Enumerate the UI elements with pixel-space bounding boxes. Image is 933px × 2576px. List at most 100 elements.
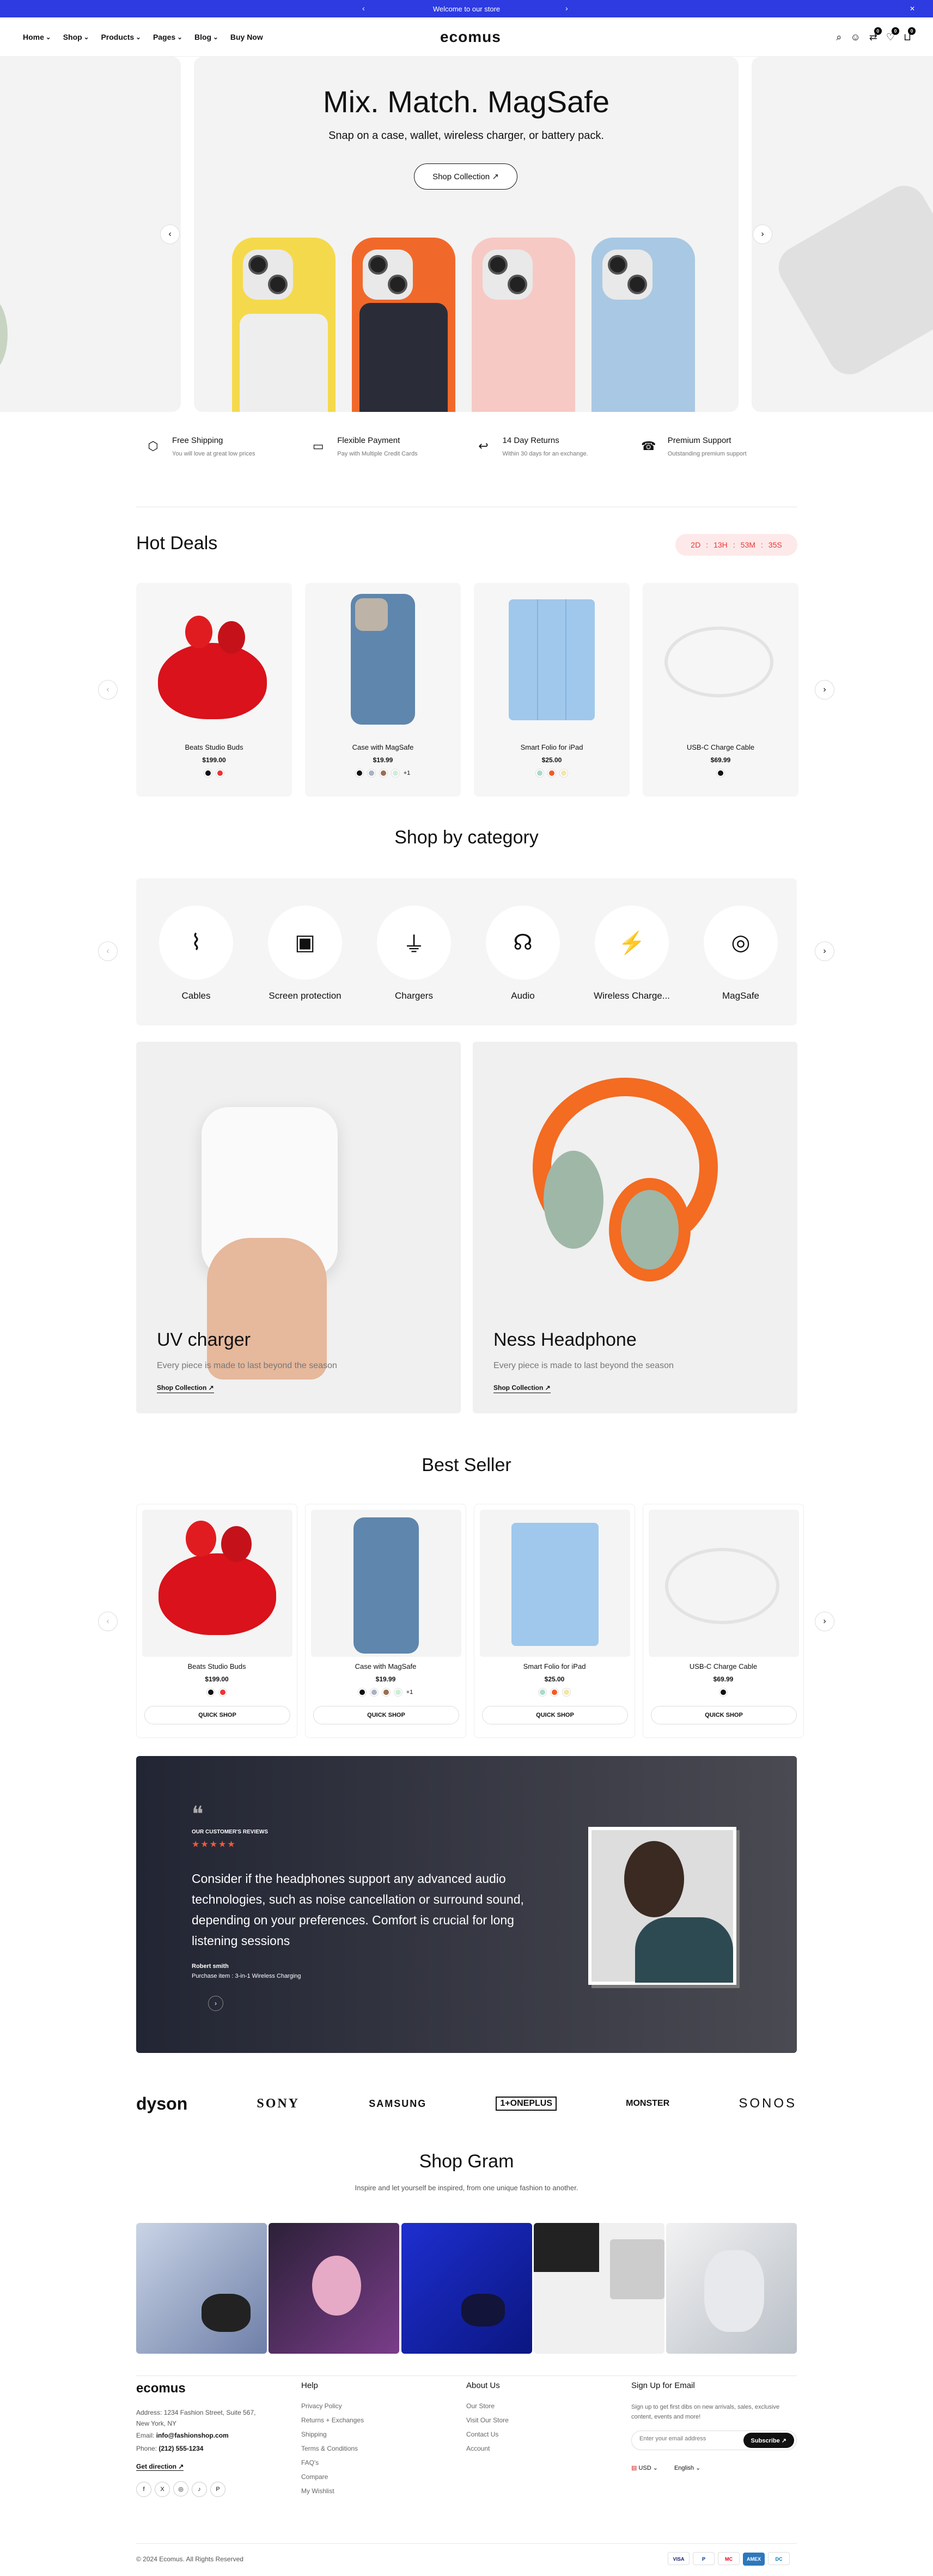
category-item[interactable]: ⏚ Chargers (376, 906, 452, 1001)
subscribe-button[interactable]: Subscribe ↗ (743, 2433, 794, 2448)
swatch[interactable] (358, 1688, 366, 1696)
swatch[interactable] (367, 769, 375, 777)
footer-link[interactable]: Contact Us (466, 2431, 509, 2438)
hot-next-arrow-icon[interactable]: › (815, 680, 834, 700)
quick-shop-button[interactable]: QUICK SHOP (144, 1706, 290, 1724)
menu-item-blog[interactable]: Blog ⌄ (194, 33, 218, 41)
close-announcement-icon[interactable]: ✕ (910, 5, 915, 13)
swatch[interactable] (548, 769, 556, 777)
swatch[interactable] (219, 1688, 227, 1696)
promo-link[interactable]: Shop Collection ↗ (157, 1384, 214, 1393)
swatch[interactable] (391, 769, 399, 777)
footer-link[interactable]: Privacy Policy (301, 2402, 364, 2410)
product-name[interactable]: Smart Folio for iPad (474, 743, 630, 751)
menu-item-products[interactable]: Products ⌄ (101, 33, 141, 41)
gram-image[interactable] (666, 2223, 797, 2354)
menu-item-home[interactable]: Home ⌄ (23, 33, 51, 41)
swatch[interactable] (719, 1688, 727, 1696)
next-announcement-button[interactable]: › (565, 4, 568, 13)
product-name[interactable]: Beats Studio Buds (136, 743, 292, 751)
footer-phone[interactable]: (212) 555-1234 (158, 2445, 203, 2452)
swatch[interactable] (379, 769, 387, 777)
facebook-icon[interactable]: f (136, 2481, 151, 2497)
bestseller-prev-arrow-icon[interactable]: ‹ (98, 1612, 118, 1631)
bestseller-next-arrow-icon[interactable]: › (815, 1612, 834, 1631)
swatch[interactable] (551, 1688, 558, 1696)
footer-link[interactable]: My Wishlist (301, 2487, 364, 2495)
more-swatches-count[interactable]: +1 (406, 1689, 413, 1696)
footer-link[interactable]: Returns + Exchanges (301, 2416, 364, 2424)
swatch[interactable] (382, 1688, 390, 1696)
footer-link[interactable]: FAQ's (301, 2459, 364, 2466)
promo-banner[interactable]: Ness Headphone Every piece is made to la… (473, 1042, 797, 1413)
footer-link[interactable]: Shipping (301, 2431, 364, 2438)
category-item[interactable]: ▣ Screen protection (267, 906, 343, 1001)
product-name[interactable]: Smart Folio for iPad (474, 1662, 635, 1670)
shop-collection-button[interactable]: Shop Collection ↗ (414, 163, 517, 190)
product-card[interactable]: Smart Folio for iPad $25.00 QUICK SHOP (474, 1504, 635, 1738)
instagram-icon[interactable]: ◎ (173, 2481, 188, 2496)
product-card[interactable]: Beats Studio Buds $199.00 QUICK SHOP (136, 1504, 297, 1738)
swatch[interactable] (539, 1688, 546, 1696)
quick-shop-button[interactable]: QUICK SHOP (313, 1706, 459, 1724)
swatch[interactable] (370, 1688, 378, 1696)
product-card[interactable]: Smart Folio for iPad $25.00 (474, 583, 630, 797)
search-icon[interactable]: ⌕ (836, 32, 841, 43)
footer-link[interactable]: Account (466, 2445, 509, 2452)
compare-icon[interactable]: ⇄ 0 (869, 27, 882, 43)
prev-announcement-button[interactable]: ‹ (362, 4, 365, 13)
footer-link[interactable]: Terms & Conditions (301, 2445, 364, 2452)
samsung-logo[interactable]: SAMSUNG (369, 2098, 426, 2110)
category-item[interactable]: ◎ MagSafe (703, 906, 779, 1001)
swatch[interactable] (207, 1688, 215, 1696)
language-select[interactable]: English ⌄ (674, 2464, 700, 2471)
footer-link[interactable]: Compare (301, 2473, 364, 2481)
category-item[interactable]: ⚡ Wireless Charge... (594, 906, 670, 1001)
swatch[interactable] (560, 769, 568, 777)
product-name[interactable]: Beats Studio Buds (137, 1662, 297, 1670)
product-card[interactable]: Case with MagSafe $19.99 +1 QUICK SHOP (305, 1504, 466, 1738)
footer-logo[interactable]: ecomus (136, 2381, 267, 2396)
product-name[interactable]: USB-C Charge Cable (643, 743, 798, 751)
oneplus-logo[interactable]: 1+ONEPLUS (496, 2097, 557, 2111)
product-name[interactable]: Case with MagSafe (306, 1662, 466, 1670)
gram-image[interactable] (269, 2223, 399, 2354)
pinterest-icon[interactable]: P (210, 2481, 225, 2497)
gram-image[interactable] (534, 2223, 664, 2354)
product-name[interactable]: USB-C Charge Cable (643, 1662, 803, 1670)
footer-link[interactable]: Visit Our Store (466, 2416, 509, 2424)
category-prev-arrow-icon[interactable]: ‹ (98, 941, 118, 961)
dyson-logo[interactable]: dyson (136, 2094, 187, 2114)
category-item[interactable]: ☊ Audio (485, 906, 561, 1001)
hero-next-arrow-icon[interactable]: › (753, 224, 772, 244)
swatch[interactable] (204, 769, 212, 777)
category-item[interactable]: ⌇ Cables (158, 906, 234, 1001)
footer-link[interactable]: Our Store (466, 2402, 509, 2410)
category-next-arrow-icon[interactable]: › (815, 941, 834, 961)
quick-shop-button[interactable]: QUICK SHOP (651, 1706, 797, 1724)
hero-slide-next[interactable] (752, 57, 933, 412)
sonos-logo[interactable]: SONOS (739, 2096, 797, 2111)
menu-item-buy-now[interactable]: Buy Now (230, 33, 263, 41)
x-icon[interactable]: X (155, 2481, 170, 2497)
swatch[interactable] (536, 769, 544, 777)
menu-item-shop[interactable]: Shop ⌄ (63, 33, 89, 41)
menu-item-pages[interactable]: Pages ⌄ (153, 33, 182, 41)
swatch[interactable] (717, 769, 724, 777)
product-card[interactable]: Case with MagSafe $19.99 +1 (305, 583, 461, 797)
quick-shop-button[interactable]: QUICK SHOP (482, 1706, 628, 1724)
swatch[interactable] (563, 1688, 570, 1696)
sony-logo[interactable]: SONY (257, 2097, 300, 2111)
gram-image[interactable] (136, 2223, 267, 2354)
product-name[interactable]: Case with MagSafe (305, 743, 461, 751)
currency-select[interactable]: ▤ USD ⌄ (631, 2464, 658, 2471)
product-card[interactable]: Beats Studio Buds $199.00 (136, 583, 292, 797)
email-input[interactable] (639, 2435, 727, 2442)
monster-logo[interactable]: MONSTER (626, 2099, 669, 2109)
product-card[interactable]: USB-C Charge Cable $69.99 (643, 583, 798, 797)
wishlist-icon[interactable]: ♡ 0 (886, 27, 899, 43)
review-next-arrow-icon[interactable]: › (208, 1996, 223, 2011)
swatch[interactable] (394, 1688, 402, 1696)
hero-slide-prev[interactable] (0, 57, 181, 412)
site-logo[interactable]: ecomus (440, 28, 501, 46)
